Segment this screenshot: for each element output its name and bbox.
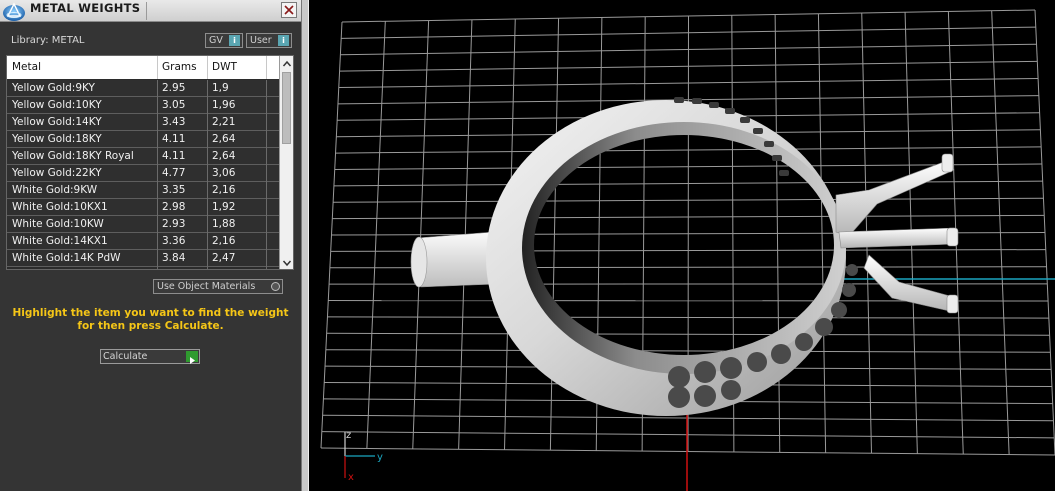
use-object-materials-label: Use Object Materials [157, 281, 256, 292]
dwt-cell: 2,47 [212, 252, 236, 264]
info-icon: i [278, 35, 289, 46]
table-header: Metal Grams DWT [7, 56, 279, 79]
3d-viewport[interactable]: z y x [309, 0, 1055, 491]
scroll-down-button[interactable] [280, 255, 293, 269]
library-label: Library: METAL [11, 35, 85, 46]
table-row[interactable]: Yellow Gold:18KY Royal 4.11 2,64 [7, 148, 279, 165]
dwt-cell: 1,92 [212, 201, 236, 213]
grams-cell: 2.93 [162, 218, 186, 230]
metal-name-cell: White Gold:9KW [12, 184, 98, 196]
chevron-down-icon [282, 260, 292, 267]
grams-cell: 3.36 [162, 235, 186, 247]
metal-name-cell: Yellow Gold:10KY [12, 99, 102, 111]
grams-cell: 3.84 [162, 252, 186, 264]
metal-name-cell: Yellow Gold:9KY [12, 82, 95, 94]
gizmo-x-label: x [348, 472, 354, 483]
column-line [266, 80, 267, 269]
chevron-up-icon [282, 60, 292, 67]
gv-toggle[interactable]: GV i [205, 33, 243, 48]
dwt-cell: 2,16 [212, 184, 236, 196]
app-window: METAL WEIGHTS Library: METAL GV i User i… [0, 0, 1055, 491]
info-icon: i [229, 35, 240, 46]
table-body: Yellow Gold:9KY 2.95 1,9 Yellow Gold:10KY 3.… [7, 80, 279, 267]
grams-cell: 3.05 [162, 99, 186, 111]
axis-gizmo: z y x [344, 430, 383, 483]
metal-weights-panel: METAL WEIGHTS Library: METAL GV i User i… [0, 0, 301, 491]
metal-name-cell: White Gold:14KX1 [12, 235, 108, 247]
dwt-cell: 1,9 [212, 82, 229, 94]
dwt-cell: 2,16 [212, 235, 236, 247]
metal-name-cell: Yellow Gold:18KY Royal [12, 150, 134, 162]
grams-cell: 3.35 [162, 184, 186, 196]
app-logo-icon [2, 0, 26, 22]
column-line [207, 80, 208, 269]
user-toggle[interactable]: User i [246, 33, 292, 48]
calculate-label: Calculate [103, 351, 148, 362]
dwt-cell: 2,21 [212, 116, 236, 128]
table-scrollbar[interactable] [279, 56, 293, 269]
user-toggle-label: User [250, 35, 272, 46]
metal-name-cell: White Gold:14K PdW [12, 252, 121, 264]
column-header-grams[interactable]: Grams [162, 61, 197, 73]
table-row[interactable]: Yellow Gold:9KY 2.95 1,9 [7, 80, 279, 97]
panel-splitter[interactable] [301, 0, 309, 491]
viewport-scene: z y x [320, 9, 1055, 491]
panel-title: METAL WEIGHTS [30, 1, 141, 15]
table-row[interactable]: Yellow Gold:22KY 4.77 3,06 [7, 165, 279, 182]
table-row[interactable]: Yellow Gold:18KY 4.11 2,64 [7, 131, 279, 148]
table-row[interactable]: White Gold:14KX1 3.36 2,16 [7, 233, 279, 250]
column-header-dwt[interactable]: DWT [212, 61, 237, 73]
use-object-materials-toggle[interactable]: Use Object Materials [153, 279, 283, 294]
metal-name-cell: White Gold:10KW [12, 218, 104, 230]
close-icon [284, 5, 294, 15]
scroll-thumb[interactable] [282, 72, 291, 144]
column-divider[interactable] [157, 56, 158, 79]
column-divider[interactable] [266, 56, 267, 79]
gv-toggle-label: GV [209, 35, 223, 46]
grams-cell: 4.11 [162, 150, 186, 162]
column-divider[interactable] [207, 56, 208, 79]
metal-name-cell: Yellow Gold:18KY [12, 133, 102, 145]
table-row[interactable]: White Gold:14K PdW 3.84 2,47 [7, 250, 279, 267]
dwt-cell: 2,64 [212, 133, 236, 145]
grams-cell: 2.95 [162, 82, 186, 94]
radio-indicator [271, 282, 280, 291]
table-row[interactable]: White Gold:9KW 3.35 2,16 [7, 182, 279, 199]
table-row[interactable]: White Gold:10KW 2.93 1,88 [7, 216, 279, 233]
grams-cell: 4.77 [162, 167, 186, 179]
dwt-cell: 1,96 [212, 99, 236, 111]
instruction-text: Highlight the item you want to find the … [12, 307, 289, 332]
table-row[interactable]: Yellow Gold:14KY 3.43 2,21 [7, 114, 279, 131]
dwt-cell: 3,06 [212, 167, 236, 179]
column-line [157, 80, 158, 269]
dwt-cell: 1,88 [212, 218, 236, 230]
play-icon [186, 351, 198, 364]
gizmo-y-label: y [377, 452, 383, 463]
grams-cell: 3.43 [162, 116, 186, 128]
close-button[interactable] [281, 2, 297, 18]
panel-titlebar[interactable]: METAL WEIGHTS [0, 0, 301, 22]
title-separator [146, 2, 147, 20]
grams-cell: 2.98 [162, 201, 186, 213]
metal-name-cell: Yellow Gold:22KY [12, 167, 102, 179]
column-header-metal[interactable]: Metal [12, 61, 41, 73]
calculate-button[interactable]: Calculate [100, 349, 200, 364]
dwt-cell: 2,64 [212, 150, 236, 162]
scroll-up-button[interactable] [280, 56, 293, 70]
metal-name-cell: Yellow Gold:14KY [12, 116, 102, 128]
table-row[interactable]: Yellow Gold:10KY 3.05 1,96 [7, 97, 279, 114]
metal-table: Metal Grams DWT Yellow Gold:9KY 2.95 1,9 Ye… [6, 55, 294, 270]
gizmo-z-label: z [346, 430, 351, 441]
metal-name-cell: White Gold:10KX1 [12, 201, 108, 213]
table-row[interactable]: White Gold:10KX1 2.98 1,92 [7, 199, 279, 216]
grams-cell: 4.11 [162, 133, 186, 145]
